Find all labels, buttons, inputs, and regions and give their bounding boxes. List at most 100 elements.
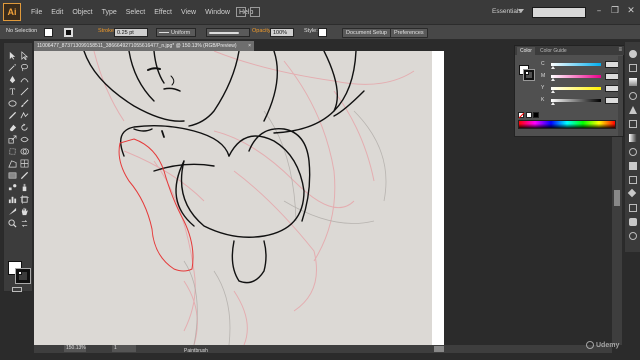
symbols-icon[interactable] xyxy=(629,106,637,114)
stroke-weight-field[interactable]: 0.25 pt xyxy=(114,28,148,37)
artboard-icon[interactable] xyxy=(18,193,30,205)
canvas[interactable] xyxy=(34,51,444,345)
current-tool-status[interactable]: Paintbrush xyxy=(184,345,208,357)
scale-icon[interactable] xyxy=(6,133,18,145)
black-gradient[interactable] xyxy=(551,99,601,102)
cyan-slider[interactable]: C xyxy=(541,61,623,69)
search-input[interactable] xyxy=(532,7,586,18)
brush-definition[interactable] xyxy=(206,28,250,37)
stroke-label[interactable]: Stroke: xyxy=(98,28,115,34)
document-tab[interactable]: 11006477_873713099158511_386664927105561… xyxy=(34,41,254,51)
tab-color[interactable]: Color xyxy=(517,47,535,55)
color-spectrum[interactable] xyxy=(518,120,616,129)
paintbrush-icon[interactable] xyxy=(18,97,30,109)
selection-icon[interactable] xyxy=(6,49,18,61)
yellow-gradient[interactable] xyxy=(551,87,601,90)
swap-icon[interactable] xyxy=(18,217,30,229)
menu-edit[interactable]: Edit xyxy=(51,9,63,16)
width-icon[interactable] xyxy=(18,133,30,145)
color-guide-icon[interactable] xyxy=(629,64,637,72)
horizontal-scroll-thumb[interactable] xyxy=(434,346,444,352)
slice-icon[interactable] xyxy=(6,205,18,217)
links-icon[interactable] xyxy=(629,218,637,226)
menu-object[interactable]: Object xyxy=(72,9,92,16)
curvature-icon[interactable] xyxy=(18,73,30,85)
variable-width-profile[interactable]: Uniform xyxy=(156,28,196,37)
panel-stroke-swatch[interactable] xyxy=(523,69,535,81)
opacity-field[interactable]: 100% xyxy=(270,28,294,37)
menu-view[interactable]: View xyxy=(181,9,196,16)
minimize-button[interactable]: – xyxy=(594,6,604,16)
brushes-icon[interactable] xyxy=(629,92,637,100)
menu-type[interactable]: Type xyxy=(102,9,117,16)
cyan-knob[interactable] xyxy=(551,66,555,69)
blend-icon[interactable] xyxy=(6,181,18,193)
shaper-icon[interactable] xyxy=(18,109,30,121)
stroke-icon[interactable] xyxy=(629,120,637,128)
rectangle-icon[interactable] xyxy=(6,97,18,109)
pencil-icon[interactable] xyxy=(6,109,18,121)
maximize-button[interactable]: ❐ xyxy=(610,6,620,16)
tab-color-guide[interactable]: Color Guide xyxy=(537,47,570,55)
preferences-button[interactable]: Preferences xyxy=(390,28,428,38)
rotate-icon[interactable] xyxy=(18,121,30,133)
layers-icon[interactable] xyxy=(627,188,637,198)
line-icon[interactable] xyxy=(18,85,30,97)
lasso-icon[interactable] xyxy=(18,61,30,73)
fill-swatch[interactable] xyxy=(44,28,53,37)
hand-icon[interactable] xyxy=(18,205,30,217)
document-setup-button[interactable]: Document Setup xyxy=(342,28,391,38)
artboards-icon[interactable] xyxy=(629,204,637,212)
black-knob[interactable] xyxy=(551,102,555,105)
drawing-modes-icon[interactable] xyxy=(12,287,22,292)
column-graph-icon[interactable] xyxy=(6,193,18,205)
cyan-gradient[interactable] xyxy=(551,63,601,66)
vertical-scroll-thumb[interactable] xyxy=(614,190,620,206)
white-swatch[interactable] xyxy=(526,112,532,118)
menu-select[interactable]: Select xyxy=(126,9,145,16)
eraser-icon[interactable] xyxy=(6,121,18,133)
transparency-icon[interactable] xyxy=(629,148,637,156)
magenta-slider[interactable]: M xyxy=(541,73,623,81)
graphic-style-swatch[interactable] xyxy=(318,28,327,37)
arrange-documents-icon[interactable] xyxy=(250,7,260,17)
black-slider[interactable]: K xyxy=(541,97,623,105)
perspective-icon[interactable] xyxy=(6,157,18,169)
color-panel-icon[interactable] xyxy=(629,50,637,58)
graphic-styles-icon[interactable] xyxy=(629,176,637,184)
direct-selection-icon[interactable] xyxy=(18,49,30,61)
bridge-icon[interactable] xyxy=(236,7,246,17)
mesh-icon[interactable] xyxy=(18,157,30,169)
panel-menu-icon[interactable]: ≡ xyxy=(618,47,622,53)
close-button[interactable]: ✕ xyxy=(626,6,636,16)
stroke-swatch[interactable] xyxy=(64,28,73,37)
zoom-level-field[interactable]: 150.13% xyxy=(64,345,86,352)
artboard-navigation[interactable]: 1 xyxy=(112,345,136,352)
magic-wand-icon[interactable] xyxy=(6,61,18,73)
menu-window[interactable]: Window xyxy=(205,9,230,16)
appearance-icon[interactable] xyxy=(629,162,637,170)
tool-grid: T xyxy=(6,49,30,229)
menu-file[interactable]: File xyxy=(31,9,42,16)
image-trace-icon[interactable] xyxy=(629,232,637,240)
black-swatch[interactable] xyxy=(533,112,539,118)
yellow-knob[interactable] xyxy=(551,90,555,93)
stroke-color-box[interactable] xyxy=(15,268,31,284)
type-icon[interactable]: T xyxy=(6,85,18,97)
close-tab-icon[interactable]: × xyxy=(248,41,251,51)
free-transform-icon[interactable] xyxy=(6,145,18,157)
eyedropper-icon[interactable] xyxy=(18,169,30,181)
magenta-knob[interactable] xyxy=(551,78,555,81)
panel-scrollbar[interactable] xyxy=(618,56,623,136)
swatches-icon[interactable] xyxy=(629,78,637,86)
magenta-gradient[interactable] xyxy=(551,75,601,78)
none-swatch[interactable] xyxy=(518,112,524,118)
gradient-panel-icon[interactable] xyxy=(629,134,637,142)
gradient-icon[interactable] xyxy=(6,169,18,181)
menu-effect[interactable]: Effect xyxy=(154,9,172,16)
pen-icon[interactable] xyxy=(6,73,18,85)
yellow-slider[interactable]: Y xyxy=(541,85,623,93)
shape-builder-icon[interactable] xyxy=(18,145,30,157)
symbol-sprayer-icon[interactable] xyxy=(18,181,30,193)
zoom-icon[interactable] xyxy=(6,217,18,229)
